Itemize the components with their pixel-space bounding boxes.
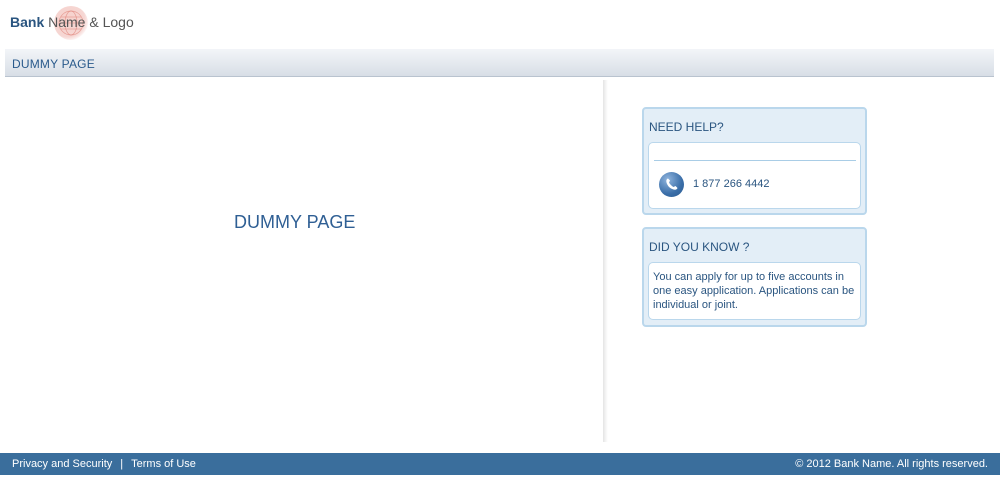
main-heading: DUMMY PAGE [234,212,356,232]
copyright-text: © 2012 Bank Name. All rights reserved. [795,458,988,470]
logo-bank-text: Bank [10,14,45,30]
did-you-know-text: You can apply for up to five accounts in… [648,262,861,320]
did-you-know-heading: DID YOU KNOW ? [649,240,750,254]
page-title-bar: DUMMY PAGE [5,49,994,77]
main-content: DUMMY PAGE [5,78,603,453]
header: Bank Name & Logo [0,0,1000,48]
footer-separator: | [120,458,124,470]
terms-link[interactable]: Terms of Use [131,458,196,470]
bank-logo[interactable]: Bank Name & Logo [10,6,134,40]
divider [654,160,856,161]
privacy-link[interactable]: Privacy and Security [12,458,112,470]
need-help-content: 1 877 266 4442 [648,142,861,209]
did-you-know-panel: DID YOU KNOW ? You can apply for up to f… [642,227,867,327]
logo-rest-text: Name & Logo [44,14,134,30]
phone-number[interactable]: 1 877 266 4442 [693,178,769,190]
phone-icon [659,172,684,197]
need-help-panel: NEED HELP? 1 877 266 4442 [642,107,867,215]
page-title: DUMMY PAGE [12,57,95,71]
column-divider [603,80,608,442]
need-help-heading: NEED HELP? [649,120,724,134]
footer: Privacy and Security | Terms of Use © 2012… [0,453,1000,475]
